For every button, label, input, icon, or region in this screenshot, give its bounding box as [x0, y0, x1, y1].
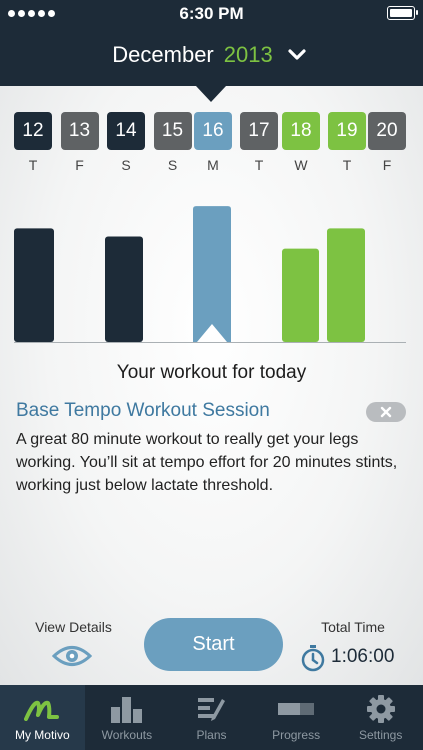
bar-16[interactable] — [193, 206, 231, 342]
tab-bar: My Motivo Workouts Plans Progress Settings — [0, 685, 423, 750]
day-strip: 12 T 13 F 14 S 15 S 16 M 17 T 18 W 19 T 20 F — [14, 112, 412, 174]
top-bar: 6:30 PM December 2013 — [0, 0, 423, 86]
day-number: 15 — [153, 112, 192, 150]
total-time-label: Total Time — [321, 619, 385, 635]
gear-icon — [363, 695, 399, 723]
workout-bar-chart — [14, 206, 365, 342]
workout-heading: Your workout for today — [116, 362, 307, 383]
month-label: December — [112, 42, 214, 67]
bar-18[interactable] — [282, 248, 319, 342]
tab-label: Progress — [272, 728, 321, 742]
close-icon — [380, 406, 392, 418]
day-number: 16 — [194, 112, 232, 150]
start-button[interactable]: Start — [144, 618, 283, 671]
day-16[interactable]: 16 M — [194, 112, 232, 173]
bar-chart-icon — [109, 695, 145, 723]
eye-icon[interactable] — [51, 643, 93, 669]
day-14[interactable]: 14 S — [107, 112, 145, 173]
tab-my-motivo[interactable]: My Motivo — [0, 685, 85, 750]
day-number: 12 — [14, 112, 52, 150]
tab-label: Settings — [358, 728, 403, 742]
tab-workouts[interactable]: Workouts — [85, 685, 170, 750]
day-number: 18 — [282, 112, 320, 150]
workout-title[interactable]: Base Tempo Workout Session — [16, 400, 270, 422]
workout-description: A great 80 minute workout to really get … — [16, 431, 398, 494]
day-13[interactable]: 13 F — [60, 112, 99, 173]
total-time-value: 1:06:00 — [331, 646, 395, 667]
day-18[interactable]: 18 W — [282, 112, 320, 173]
chevron-down-icon[interactable] — [283, 41, 311, 69]
day-of-week: F — [75, 157, 84, 173]
progress-bar-icon — [278, 695, 315, 723]
chart-baseline — [14, 342, 406, 343]
day-number: 13 — [60, 112, 99, 150]
year-label: 2013 — [223, 42, 273, 67]
day-12[interactable]: 12 T — [14, 112, 52, 173]
day-number: 17 — [240, 112, 278, 150]
bar-19[interactable] — [327, 228, 365, 342]
dismiss-button[interactable] — [366, 402, 406, 422]
day-of-week: S — [121, 157, 131, 173]
day-of-week: T — [342, 157, 352, 173]
day-number: 19 — [328, 112, 366, 150]
main-panel — [0, 86, 423, 685]
day-of-week: T — [28, 157, 38, 173]
tab-label: Workouts — [101, 728, 153, 742]
tab-label: My Motivo — [14, 728, 70, 742]
day-of-week: T — [254, 157, 264, 173]
day-of-week: S — [167, 157, 178, 173]
day-of-week: W — [294, 157, 308, 173]
day-number: 20 — [368, 112, 406, 150]
day-number: 14 — [107, 112, 145, 150]
day-19[interactable]: 19 T — [328, 112, 366, 173]
tab-label: Plans — [196, 728, 227, 742]
day-20[interactable]: 20 F — [368, 112, 406, 173]
plans-pencil-icon — [193, 695, 229, 723]
tab-progress[interactable]: Progress — [254, 685, 339, 750]
day-17[interactable]: 17 T — [240, 112, 278, 173]
bar-14[interactable] — [105, 236, 143, 342]
tab-settings[interactable]: Settings — [338, 685, 423, 750]
status-time: 6:30 PM — [179, 4, 244, 23]
selected-day-pointer — [196, 86, 226, 102]
tab-plans[interactable]: Plans — [169, 685, 254, 750]
bar-12[interactable] — [14, 228, 54, 342]
day-of-week: M — [207, 157, 219, 173]
status-bar: 6:30 PM — [0, 0, 423, 28]
view-details-label[interactable]: View Details — [16, 619, 131, 635]
month-selector[interactable]: December 2013 — [0, 38, 423, 72]
day-of-week: F — [382, 157, 392, 173]
stopwatch-icon — [300, 644, 326, 672]
motivo-logo-icon — [24, 695, 60, 723]
battery-icon — [387, 6, 418, 20]
day-15[interactable]: 15 S — [153, 112, 192, 173]
